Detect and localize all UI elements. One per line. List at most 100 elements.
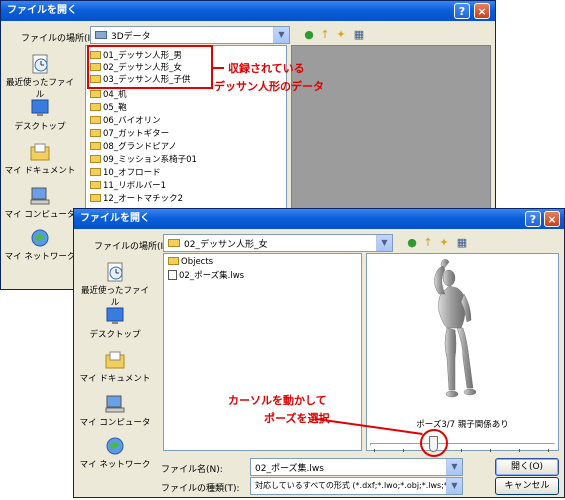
view-menu-icon[interactable]: ▦ [455, 236, 469, 250]
up-folder-icon[interactable]: ↑ [421, 236, 435, 250]
dialog2-titlebar[interactable]: ファイルを開く [74, 209, 564, 229]
list-item[interactable]: 09_ミッション系椅子01 [90, 153, 197, 165]
slider-ticks [374, 449, 551, 452]
item-label: 05_鞄 [103, 103, 127, 113]
item-label: 07_ガットギター [103, 129, 170, 139]
item-label: 09_ミッション系椅子01 [103, 155, 197, 165]
place-desktop[interactable]: デスクトップ [3, 98, 77, 132]
dialog2-places-bar: 最近使ったファイル デスクトップ マイ ドキュメント マイ コンピュータ マイ … [78, 254, 152, 479]
place-desktop[interactable]: デスクトップ [78, 306, 152, 340]
filename-value: 02_ポーズ集.lws [255, 464, 324, 474]
folder-icon [168, 239, 180, 247]
list-item[interactable]: 08_グランドピアノ [90, 140, 177, 152]
scene-file-icon [168, 270, 177, 280]
recent-files-icon [107, 262, 123, 282]
filetype-value: 対応しているすべての形式 (*.dxf;*.lwo;*.obj;*.lws;*.… [255, 481, 463, 490]
folder-icon [90, 103, 101, 111]
place-recent-label: 最近使ったファイル [80, 286, 149, 308]
place-documents[interactable]: マイ ドキュメント [78, 350, 152, 384]
place-network-label: マイ ネットワーク [79, 460, 151, 470]
place-recent[interactable]: 最近使ったファイル [78, 262, 152, 308]
list-item[interactable]: 12_オートマチック2 [90, 192, 183, 204]
item-label: 12_オートマチック2 [103, 194, 183, 204]
up-folder-icon[interactable]: ↑ [318, 28, 332, 42]
dialog1-help-button[interactable]: ? [454, 3, 470, 19]
folder-icon [90, 90, 101, 98]
place-network[interactable]: マイ ネットワーク [3, 228, 77, 262]
preview-caption: ポーズ3/7 親子関係あり [416, 420, 509, 430]
dialog2-close-button[interactable]: × [544, 211, 560, 227]
folder-icon [90, 194, 101, 202]
dialog1-lookin-value: 3Dデータ [111, 32, 151, 42]
open-dialog-front: ファイルを開く ? × ファイルの場所(I): 02_デッサン人形_女 ▼ ● … [73, 208, 565, 498]
place-documents[interactable]: マイ ドキュメント [3, 142, 77, 176]
place-network[interactable]: マイ ネットワーク [78, 436, 152, 470]
dialog2-file-list[interactable]: Objects 02_ポーズ集.lws [163, 253, 362, 451]
network-icon [31, 229, 49, 247]
my-computer-icon [30, 187, 50, 205]
list-item[interactable]: 05_鞄 [90, 101, 127, 113]
dialog1-title: ファイルを開く [7, 5, 77, 16]
chevron-down-icon[interactable]: ▼ [446, 478, 462, 494]
my-computer-icon [105, 395, 125, 413]
cancel-button[interactable]: キャンセル [495, 477, 559, 495]
dialog1-close-button[interactable]: × [474, 3, 490, 19]
place-computer-label: マイ コンピュータ [4, 210, 76, 220]
folder-icon [90, 181, 101, 189]
chevron-down-icon[interactable]: ▼ [446, 459, 462, 475]
list-item[interactable]: 10_オフロード [90, 166, 161, 178]
dialog1-lookin-combo[interactable]: 3Dデータ ▼ [90, 26, 290, 44]
desktop-icon [31, 99, 49, 116]
place-computer-label: マイ コンピュータ [79, 418, 151, 428]
chevron-down-icon[interactable]: ▼ [273, 27, 289, 43]
place-network-label: マイ ネットワーク [4, 252, 76, 262]
item-label: 08_グランドピアノ [103, 142, 177, 152]
folder-icon [90, 129, 101, 137]
dialog2-lookin-value: 02_デッサン人形_女 [184, 240, 268, 250]
place-recent-label: 最近使ったファイル [5, 78, 74, 100]
annotation-1-line2: デッサン人形のデータ [214, 80, 324, 93]
view-menu-icon[interactable]: ▦ [352, 28, 366, 42]
dialog2-preview-pane: ポーズ3/7 親子関係あり [366, 253, 559, 451]
list-item[interactable]: 07_ガットギター [90, 127, 169, 139]
filename-label: ファイル名(N): [161, 465, 223, 475]
new-folder-icon[interactable]: ✦ [437, 236, 451, 250]
folder-icon [90, 168, 101, 176]
dialog1-titlebar[interactable]: ファイルを開く [1, 1, 495, 21]
item-label: Objects [181, 257, 214, 267]
place-computer[interactable]: マイ コンピュータ [78, 394, 152, 428]
pose-slider[interactable] [370, 435, 555, 455]
place-recent[interactable]: 最近使ったファイル [3, 54, 77, 100]
chevron-down-icon[interactable]: ▼ [376, 235, 392, 251]
list-item[interactable]: Objects [168, 257, 213, 267]
desktop-icon [106, 307, 124, 324]
dialog1-lookin-label: ファイルの場所(I): [21, 34, 97, 44]
my-documents-icon [105, 351, 125, 369]
dialog2-help-button[interactable]: ? [525, 211, 541, 227]
new-folder-icon[interactable]: ✦ [334, 28, 348, 42]
open-button[interactable]: 開く(O) [495, 458, 559, 476]
annotation-2-line1: カーソルを動かして [228, 394, 327, 407]
network-icon [106, 437, 124, 455]
filename-field[interactable]: 02_ポーズ集.lws ▼ [250, 458, 463, 476]
list-item[interactable]: 06_バイオリン [90, 114, 161, 126]
my-documents-icon [30, 143, 50, 161]
dialog2-lookin-combo[interactable]: 02_デッサン人形_女 ▼ [163, 234, 393, 252]
dialog2-lookin-label: ファイルの場所(I): [94, 242, 170, 252]
list-item[interactable]: 04_机 [90, 88, 127, 100]
item-label: 06_バイオリン [103, 116, 161, 126]
place-computer[interactable]: マイ コンピュータ [3, 186, 77, 220]
back-icon[interactable]: ● [405, 236, 419, 250]
place-documents-label: マイ ドキュメント [79, 374, 151, 384]
mannequin-preview-image [434, 259, 477, 398]
dialog1-places-bar: 最近使ったファイル デスクトップ マイ ドキュメント マイ コンピュータ マイ … [3, 46, 77, 271]
dialog1-highlight-box [87, 45, 213, 89]
folder-icon [90, 142, 101, 150]
slider-highlight-circle [420, 429, 448, 457]
filetype-select[interactable]: 対応しているすべての形式 (*.dxf;*.lwo;*.obj;*.lws;*.… [250, 477, 463, 495]
folder-icon [168, 257, 179, 265]
folder-icon [90, 116, 101, 124]
back-icon[interactable]: ● [302, 28, 316, 42]
list-item[interactable]: 11_リボルバー1 [90, 179, 166, 191]
list-item[interactable]: 02_ポーズ集.lws [168, 269, 244, 281]
